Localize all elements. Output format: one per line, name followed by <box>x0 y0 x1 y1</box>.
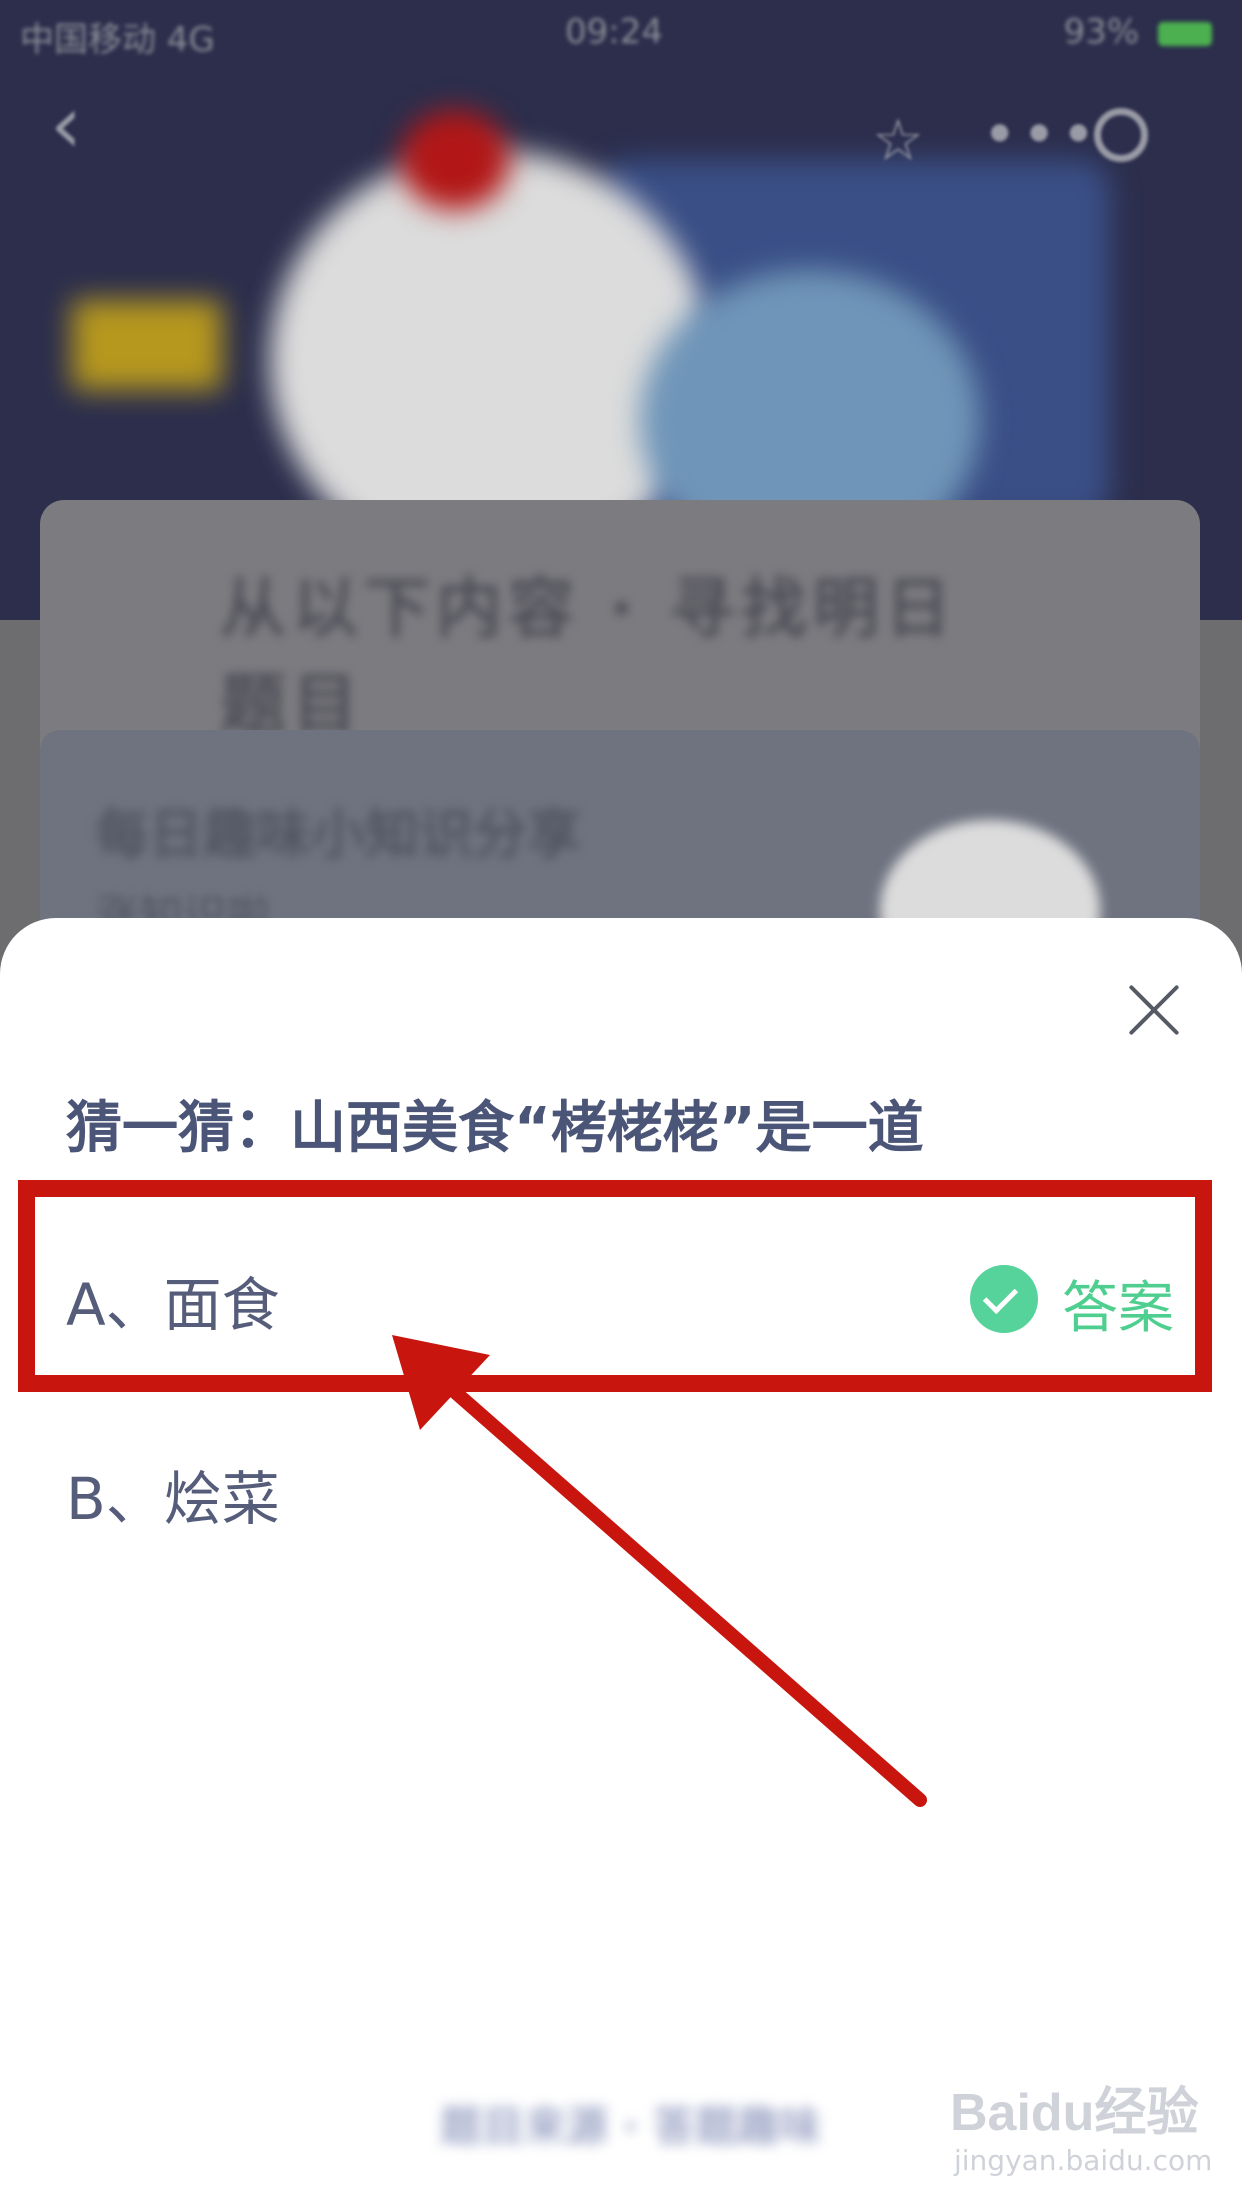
mini-program-capsule: ☆ ••• <box>832 96 1172 192</box>
footer-source: 题目来源 · 答题趣味 <box>440 2102 822 2151</box>
back-arrow-icon[interactable]: ‹ <box>50 85 110 170</box>
background-heading: 从以下内容 · 寻找明日题目 <box>220 570 958 743</box>
background-page: 从以下内容 · 寻找明日题目 每日趣味小知识分享 涨知识啦 中国移动 4G 09… <box>0 0 1242 1000</box>
banner-badge <box>72 300 222 390</box>
option-b[interactable]: B、烩菜 <box>66 1452 280 1536</box>
watermark-logo: Baidu经验 <box>950 2084 1199 2142</box>
battery-icon <box>1158 21 1212 46</box>
close-program-icon[interactable] <box>1094 108 1148 162</box>
question-title: 猜一猜：山西美食“栲栳栳”是一道 <box>66 1096 924 1161</box>
answer-sheet: 猜一猜：山西美食“栲栳栳”是一道 A、面食 答案 B、烩菜 题目来源 · 答题趣… <box>0 918 1242 2208</box>
highlight-box <box>18 1180 1212 1392</box>
carrier-label: 中国移动 4G <box>20 20 215 60</box>
battery-label: 93% <box>1063 12 1140 52</box>
star-icon[interactable]: ☆ <box>872 106 924 174</box>
watermark-url: jingyan.baidu.com <box>954 2144 1213 2177</box>
baidu-jingyan-watermark: Baidu经验 jingyan.baidu.com <box>950 2070 1212 2180</box>
status-bar: 中国移动 4G 09:24 93% <box>0 0 1242 64</box>
chick-comb-art <box>400 110 510 210</box>
more-icon[interactable]: ••• <box>982 100 1100 170</box>
battery-indicator: 93% <box>1064 12 1212 52</box>
background-card-title: 每日趣味小知识分享 <box>95 803 581 866</box>
clock: 09:24 <box>565 12 663 52</box>
close-icon[interactable] <box>1122 978 1186 1042</box>
